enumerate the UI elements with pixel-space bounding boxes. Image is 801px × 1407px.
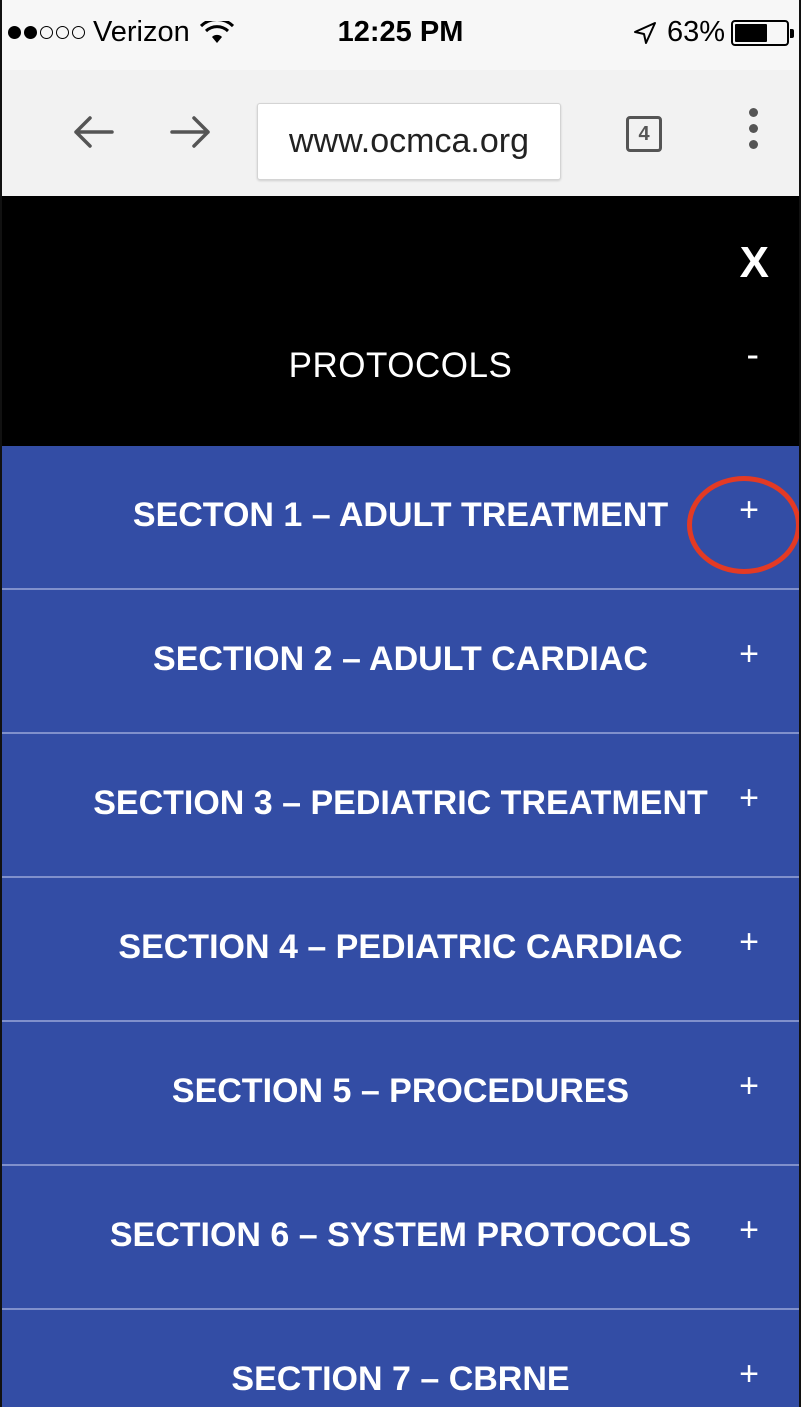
section-label: SECTION 3 – PEDIATRIC TREATMENT [93, 784, 708, 822]
section-label: SECTON 1 – ADULT TREATMENT [132, 496, 669, 534]
battery-icon [731, 19, 794, 46]
collapse-toggle[interactable]: - [746, 334, 759, 377]
section-item-7[interactable]: SECTION 7 – CBRNE + [2, 1310, 799, 1407]
section-label: SECTION 6 – SYSTEM PROTOCOLS [109, 1216, 692, 1254]
section-item-1[interactable]: SECTON 1 – ADULT TREATMENT + [2, 446, 799, 590]
status-bar: Verizon 12:25 PM 63% [2, 0, 799, 70]
expand-plus-icon[interactable]: + [739, 1355, 759, 1394]
menu-header: X PROTOCOLS - [2, 196, 799, 448]
section-label: SECTION 7 – CBRNE [231, 1360, 570, 1398]
section-item-6[interactable]: SECTION 6 – SYSTEM PROTOCOLS + [2, 1166, 799, 1310]
back-arrow-icon[interactable] [64, 102, 124, 162]
section-label: SECTION 2 – ADULT CARDIAC [153, 640, 648, 678]
section-item-3[interactable]: SECTION 3 – PEDIATRIC TREATMENT + [2, 734, 799, 878]
expand-plus-icon[interactable]: + [739, 779, 759, 818]
protocols-heading[interactable]: PROTOCOLS [2, 346, 799, 386]
section-item-5[interactable]: SECTION 5 – PROCEDURES + [2, 1022, 799, 1166]
expand-plus-icon[interactable]: + [739, 635, 759, 674]
expand-plus-icon[interactable]: + [739, 1211, 759, 1250]
section-label: SECTION 4 – PEDIATRIC CARDIAC [118, 928, 683, 966]
battery-percent: 63% [666, 16, 725, 48]
url-text: www.ocmca.org [289, 122, 529, 160]
address-bar[interactable]: www.ocmca.org [257, 103, 561, 180]
section-label: SECTION 5 – PROCEDURES [171, 1072, 630, 1110]
close-menu-button[interactable]: X [740, 238, 769, 288]
phone-screen: Verizon 12:25 PM 63% www.ocmca.org 4 X P… [0, 0, 801, 1407]
forward-arrow-icon[interactable] [160, 102, 220, 162]
browser-toolbar: www.ocmca.org 4 [2, 70, 799, 197]
tab-switcher-button[interactable]: 4 [626, 116, 662, 152]
kebab-menu-icon[interactable] [747, 108, 759, 154]
section-list: SECTON 1 – ADULT TREATMENT + SECTION 2 –… [2, 446, 799, 1407]
expand-plus-icon[interactable]: + [739, 491, 759, 530]
expand-plus-icon[interactable]: + [739, 923, 759, 962]
section-item-2[interactable]: SECTION 2 – ADULT CARDIAC + [2, 590, 799, 734]
section-item-4[interactable]: SECTION 4 – PEDIATRIC CARDIAC + [2, 878, 799, 1022]
expand-plus-icon[interactable]: + [739, 1067, 759, 1106]
status-right: 63% [633, 16, 794, 49]
location-arrow-icon [633, 21, 656, 44]
